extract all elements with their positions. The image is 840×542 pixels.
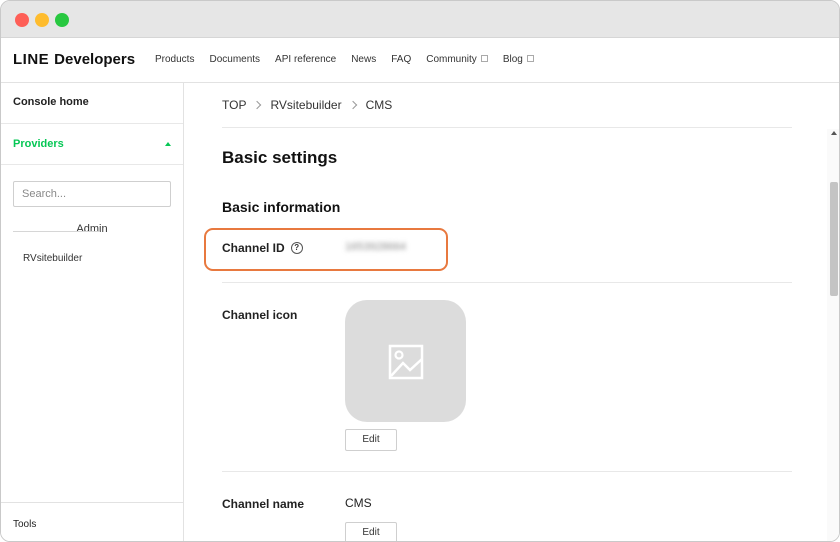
breadcrumb-top[interactable]: TOP [222,98,246,112]
nav-link-news[interactable]: News [351,54,376,65]
page-title: Basic settings [222,148,338,167]
line-developers-logo[interactable]: LINE Developers [13,51,135,68]
channel-name-label: Channel name [222,497,305,511]
logo-line-text: LINE [13,51,50,68]
nav-link-api-reference[interactable]: API reference [275,54,336,65]
divider [222,282,792,283]
external-link-icon [480,55,488,62]
sidebar-item-rvsitebuilder[interactable]: RVsitebuilder [23,253,82,264]
close-window-button[interactable] [15,13,29,27]
divider [222,471,792,472]
browser-window: LINE Developers Products Documents API re… [0,0,840,542]
main-content: TOP RVsitebuilder CMS Basic settings Bas… [185,83,839,541]
sidebar-providers-label: Providers [13,138,64,150]
edit-channel-icon-button[interactable]: Edit [345,429,397,451]
external-link-icon [526,55,534,62]
divider [222,127,792,128]
nav-link-products[interactable]: Products [155,54,194,65]
channel-icon-label: Channel icon [222,308,298,322]
nav-link-blog-label: Blog [502,54,523,65]
breadcrumb-current: CMS [365,98,393,112]
provider-search-input[interactable] [13,181,171,207]
sidebar-section-admin: Admin [13,223,171,237]
sidebar-providers[interactable]: Providers [1,124,183,165]
title-bar [1,1,839,38]
highlight-box [204,228,448,271]
edit-channel-name-button[interactable]: Edit [345,522,397,541]
nav-links: Products Documents API reference News FA… [155,54,534,65]
section-heading: Basic information [222,199,341,215]
scroll-up-arrow-icon[interactable] [831,131,837,135]
chevron-right-icon [253,100,262,110]
maximize-window-button[interactable] [55,13,69,27]
chevron-right-icon [348,100,357,110]
minimize-window-button[interactable] [35,13,49,27]
top-navigation: LINE Developers Products Documents API re… [1,38,839,83]
nav-link-community-label: Community [426,54,477,65]
caret-up-icon [165,142,171,146]
nav-link-community[interactable]: Community [426,54,488,65]
logo-developers-text: Developers [54,51,136,68]
breadcrumb-provider[interactable]: RVsitebuilder [270,98,341,112]
sidebar-section-label: Admin [76,223,108,235]
nav-link-blog[interactable]: Blog [503,54,534,65]
divider [50,231,100,232]
sidebar-console-home[interactable]: Console home [1,83,183,124]
breadcrumb: TOP RVsitebuilder CMS [222,98,392,112]
nav-link-faq[interactable]: FAQ [391,54,411,65]
sidebar-tools[interactable]: Tools [1,502,183,541]
scrollbar-thumb[interactable] [830,182,838,296]
channel-icon-image [345,300,466,422]
sidebar: Console home Providers Admin RVsitebuild… [1,83,184,541]
channel-name-value: CMS [345,496,372,510]
nav-link-documents[interactable]: Documents [209,54,260,65]
image-placeholder-icon [388,344,424,380]
